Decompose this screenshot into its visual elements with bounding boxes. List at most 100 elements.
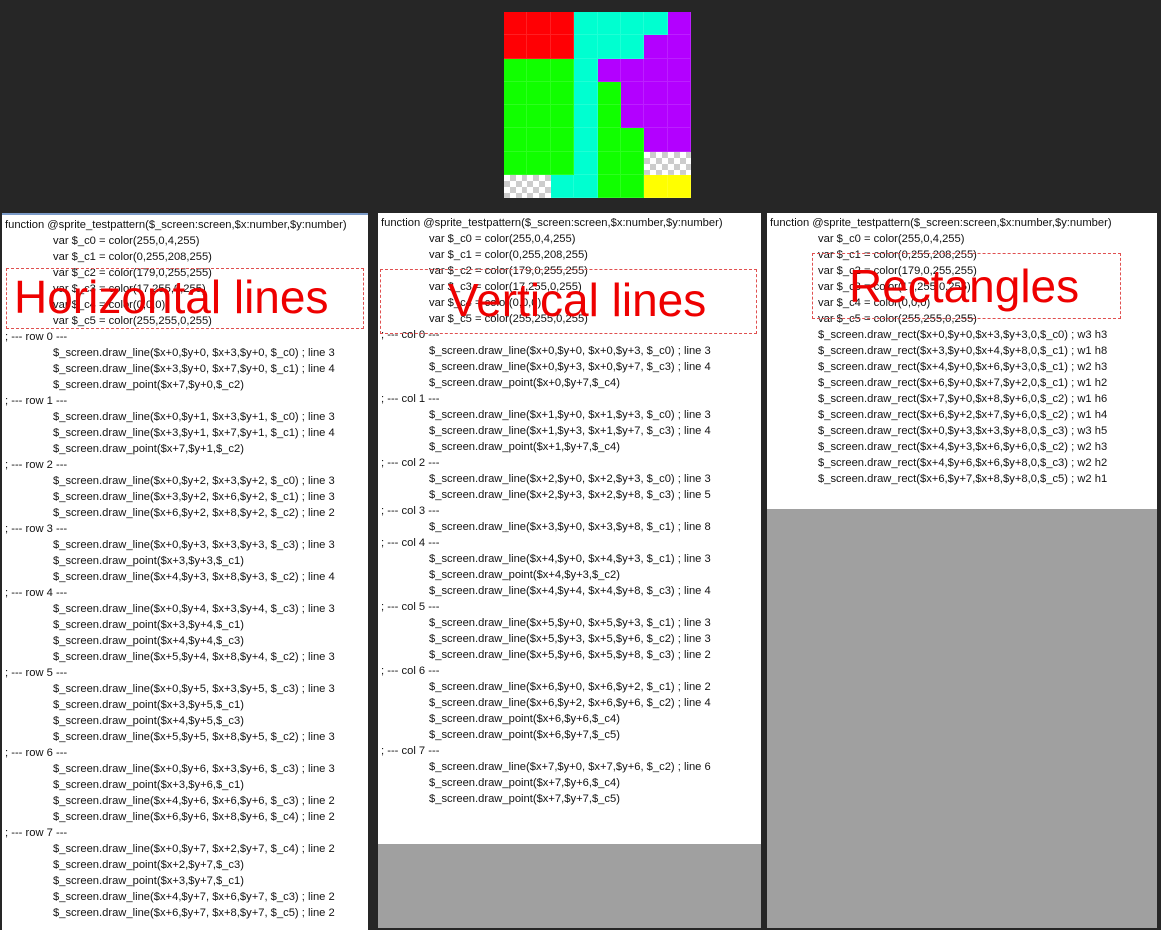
overlay-title: Horizontal lines [14,271,329,323]
sprite-pixel [667,128,691,152]
horizontal-lines-panel[interactable]: function @sprite_testpattern($_screen:sc… [2,213,368,930]
code-line: $_screen.draw_point($x+3,$y+3,$_c1) [53,555,244,567]
code-line: $_screen.draw_rect($x+4,$y+3,$x+6,$y+6,0… [818,441,1108,453]
sprite-pixel [504,128,528,152]
sprite-pixel [620,128,645,152]
sprite-pixel [597,128,621,152]
sprite-pixel [597,81,621,105]
code-line: $_screen.draw_line($x+0,$y+0, $x+3,$y+0,… [53,347,335,359]
code-line: $_screen.draw_rect($x+7,$y+0,$x+8,$y+6,0… [818,393,1108,405]
sprite-pixel [597,151,621,175]
code-line: ; --- row 4 --- [5,587,68,599]
sprite-pixel [620,35,645,59]
code-line: $_screen.draw_point($x+0,$y+7,$_c4) [429,377,620,389]
code-line: ; --- row 6 --- [5,747,68,759]
sprite-pixel [527,105,551,129]
sprite-pixel [644,105,668,129]
sprite-pixel [644,12,668,36]
sprite-pixel [550,174,575,198]
code-line: ; --- col 3 --- [381,505,440,517]
code-line: $_screen.draw_rect($x+6,$y+7,$x+8,$y+8,0… [818,473,1108,485]
code-line: $_screen.draw_line($x+5,$y+0, $x+5,$y+3,… [429,617,711,629]
code-line: $_screen.draw_line($x+5,$y+6, $x+5,$y+8,… [429,649,711,661]
sprite-pixel [620,58,645,82]
sprite-pixel [574,12,598,36]
code-line: $_screen.draw_line($x+0,$y+4, $x+3,$y+4,… [53,603,335,615]
code-line: $_screen.draw_line($x+4,$y+3, $x+8,$y+3,… [53,571,335,583]
code-line: $_screen.draw_point($x+3,$y+7,$_c1) [53,875,244,887]
sprite-pixel [667,174,691,198]
code-line: $_screen.draw_line($x+0,$y+3, $x+0,$y+7,… [429,361,711,373]
sprite-pixel [527,12,551,36]
sprite-pixel [527,174,551,198]
code-line: function @sprite_testpattern($_screen:sc… [5,219,347,231]
sprite-pixel [550,58,575,82]
code-line: $_screen.draw_point($x+7,$y+7,$_c5) [429,793,620,805]
code-line: $_screen.draw_line($x+5,$y+5, $x+8,$y+5,… [53,731,335,743]
code-line: $_screen.draw_line($x+5,$y+4, $x+8,$y+4,… [53,651,335,663]
code-line: ; --- col 6 --- [381,665,440,677]
code-line: $_screen.draw_point($x+4,$y+4,$_c3) [53,635,244,647]
overlay-title: Vertical lines [448,274,707,326]
sprite-pixel [504,151,528,175]
sprite-pixel [550,35,575,59]
sprite-pixel [504,12,528,36]
code-line: ; --- col 4 --- [381,537,440,549]
code-line: $_screen.draw_line($x+6,$y+2, $x+8,$y+2,… [53,507,335,519]
sprite-pixel [620,105,645,129]
rectangles-panel[interactable]: function @sprite_testpattern($_screen:sc… [767,213,1157,928]
sprite-pixel [574,128,598,152]
code-line: $_screen.draw_line($x+0,$y+5, $x+3,$y+5,… [53,683,335,695]
code-line: $_screen.draw_point($x+3,$y+4,$_c1) [53,619,244,631]
code-line: ; --- row 1 --- [5,395,68,407]
code-line: $_screen.draw_point($x+3,$y+6,$_c1) [53,779,244,791]
code-line: var $_c1 = color(0,255,208,255) [53,251,212,263]
code-line: $_screen.draw_line($x+6,$y+7, $x+8,$y+7,… [53,907,335,919]
code-line: var $_c0 = color(255,0,4,255) [53,235,200,247]
code-line: $_screen.draw_line($x+3,$y+0, $x+3,$y+8,… [429,521,711,533]
sprite-pixel [574,81,598,105]
sprite-pixel [667,58,691,82]
code-line: $_screen.draw_rect($x+0,$y+0,$x+3,$y+3,0… [818,329,1108,341]
sprite-pixel [550,81,575,105]
sprite-pixel [550,12,575,36]
code-line: $_screen.draw_line($x+0,$y+3, $x+3,$y+3,… [53,539,335,551]
sprite-pixel [667,81,691,105]
sprite-pixel [527,58,551,82]
code-line: ; --- row 7 --- [5,827,68,839]
code-line: $_screen.draw_point($x+7,$y+1,$_c2) [53,443,244,455]
sprite-pixel [644,151,668,175]
sprite-pixel [667,12,691,36]
code-line: $_screen.draw_line($x+3,$y+2, $x+6,$y+2,… [53,491,335,503]
overlay-title: Rectangles [849,260,1080,312]
vertical-lines-panel[interactable]: function @sprite_testpattern($_screen:sc… [378,213,761,928]
sprite-pixel [504,58,528,82]
sprite-pixel [574,58,598,82]
code-line: $_screen.draw_point($x+4,$y+5,$_c3) [53,715,244,727]
code-line: $_screen.draw_rect($x+4,$y+0,$x+6,$y+3,0… [818,361,1108,373]
sprite-pixel [667,151,691,175]
code-line: $_screen.draw_line($x+4,$y+7, $x+6,$y+7,… [53,891,335,903]
code-line: ; --- row 0 --- [5,331,68,343]
sprite-preview [504,12,691,198]
code-line: ; --- col 5 --- [381,601,440,613]
sprite-pixel [667,35,691,59]
code-line: $_screen.draw_point($x+7,$y+6,$_c4) [429,777,620,789]
code-line: $_screen.draw_line($x+3,$y+1, $x+7,$y+1,… [53,427,335,439]
code-line: ; --- col 2 --- [381,457,440,469]
sprite-pixel [620,151,645,175]
sprite-pixel [574,105,598,129]
sprite-pixel [527,128,551,152]
sprite-pixel [527,151,551,175]
sprite-pixel [574,174,598,198]
code-line: $_screen.draw_line($x+0,$y+0, $x+0,$y+3,… [429,345,711,357]
code-line: $_screen.draw_rect($x+4,$y+6,$x+6,$y+8,0… [818,457,1108,469]
code-line: $_screen.draw_line($x+4,$y+4, $x+4,$y+8,… [429,585,711,597]
code-line: $_screen.draw_line($x+3,$y+0, $x+7,$y+0,… [53,363,335,375]
code-line: function @sprite_testpattern($_screen:sc… [381,217,723,229]
code-line: $_screen.draw_line($x+0,$y+6, $x+3,$y+6,… [53,763,335,775]
sprite-pixel [550,151,575,175]
code-line: $_screen.draw_line($x+6,$y+6, $x+8,$y+6,… [53,811,335,823]
sprite-pixel [597,35,621,59]
sprite-pixel [504,174,528,198]
